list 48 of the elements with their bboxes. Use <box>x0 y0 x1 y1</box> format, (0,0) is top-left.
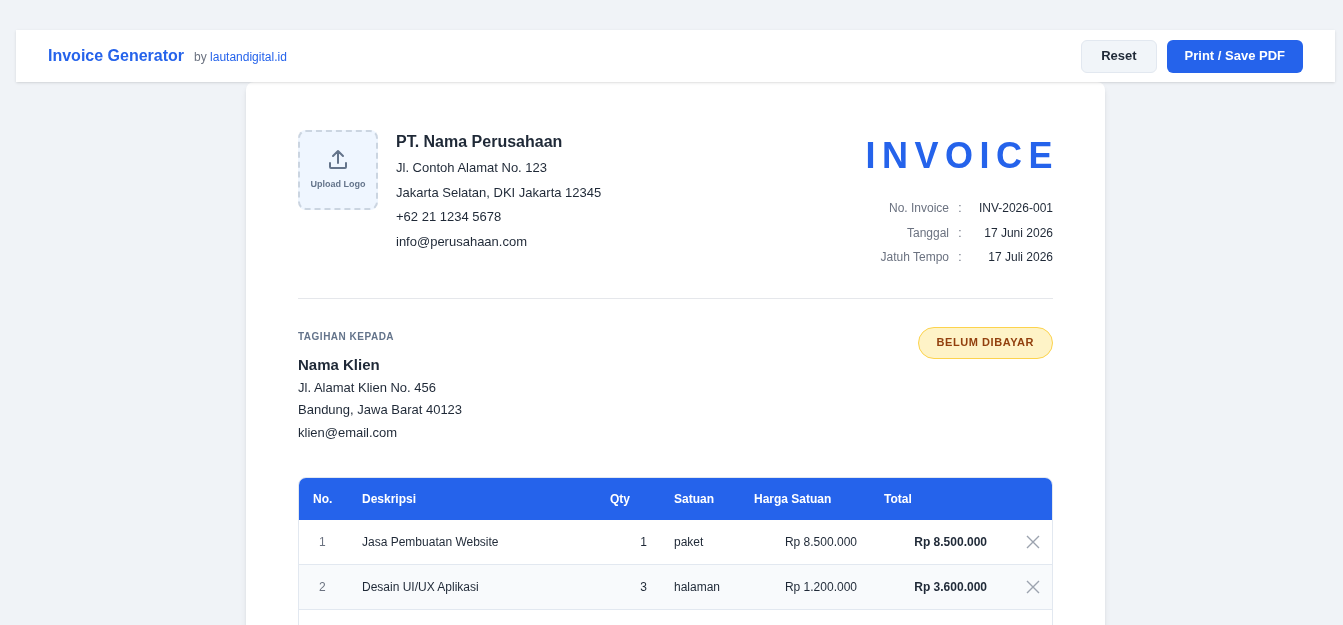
meta-colon: : <box>957 249 963 266</box>
unit-cell-text: halaman <box>674 579 722 596</box>
column-header: Satuan <box>674 491 715 508</box>
meta-label: No. Invoice <box>888 200 949 217</box>
bill-to-heading: TAGIHAN KEPADA <box>298 329 396 344</box>
qty-cell-text: 3 <box>639 579 648 596</box>
company-detail: +62 21 1234 5678 <box>396 208 503 226</box>
upload-label: Upload Logo <box>310 178 366 192</box>
column-header: No. <box>312 491 334 508</box>
logo-upload[interactable]: Upload Logo <box>298 130 378 210</box>
description-cell-text: Desain UI/UX Aplikasi <box>362 579 480 596</box>
invoice-title: INVOICE <box>865 134 1059 178</box>
delete-icon[interactable] <box>1026 535 1040 549</box>
description-cell-text: Jasa Pembuatan Website <box>362 534 500 551</box>
row-number: 1 <box>318 534 327 551</box>
row-number: 2 <box>318 579 327 596</box>
column-header: Qty <box>610 491 631 508</box>
reset-button[interactable]: Reset <box>1081 39 1157 73</box>
meta-colon: : <box>957 224 963 242</box>
column-header: Deskripsi <box>362 491 418 508</box>
print-button[interactable]: Print / Save PDF <box>1166 39 1303 73</box>
meta-value: 17 Juni 2026 <box>983 224 1053 242</box>
status-badge: BELUM DIBAYAR <box>917 326 1053 359</box>
column-header: Total <box>884 491 913 508</box>
unit-cell-text: paket <box>674 534 705 551</box>
client-detail: Bandung, Jawa Barat 40123 <box>298 401 463 419</box>
meta-label: Tanggal <box>906 224 949 242</box>
meta-value: INV-2026-001 <box>977 200 1053 217</box>
column-header: Harga Satuan <box>754 491 833 508</box>
site-link[interactable]: lautandigital.id <box>210 50 287 64</box>
company-detail: info@perusahaan.com <box>396 232 528 251</box>
price-cell-text: Rp 1.200.000 <box>783 579 858 596</box>
company-detail: Jakarta Selatan, DKI Jakarta 12345 <box>396 183 602 202</box>
company-detail: Jl. Contoh Alamat No. 123 <box>396 159 549 177</box>
by-text: by <box>194 50 207 64</box>
meta-value: 17 Juli 2026 <box>987 249 1053 266</box>
total-cell-text: Rp 8.500.000 <box>913 534 988 551</box>
app-title: Invoice Generator <box>48 46 185 66</box>
total-cell-text: Rp 3.600.000 <box>913 579 988 596</box>
client-name: Nama Klien <box>298 354 381 375</box>
meta-colon: : <box>957 200 963 217</box>
price-cell-text: Rp 8.500.000 <box>783 534 858 551</box>
client-detail: Jl. Alamat Klien No. 456 <box>298 378 438 397</box>
meta-label: Jatuh Tempo <box>880 249 949 266</box>
qty-cell-text: 1 <box>639 534 648 551</box>
company-name: PT. Nama Perusahaan <box>396 132 564 152</box>
client-detail: klien@email.com <box>298 423 399 442</box>
delete-icon[interactable] <box>1026 580 1040 594</box>
